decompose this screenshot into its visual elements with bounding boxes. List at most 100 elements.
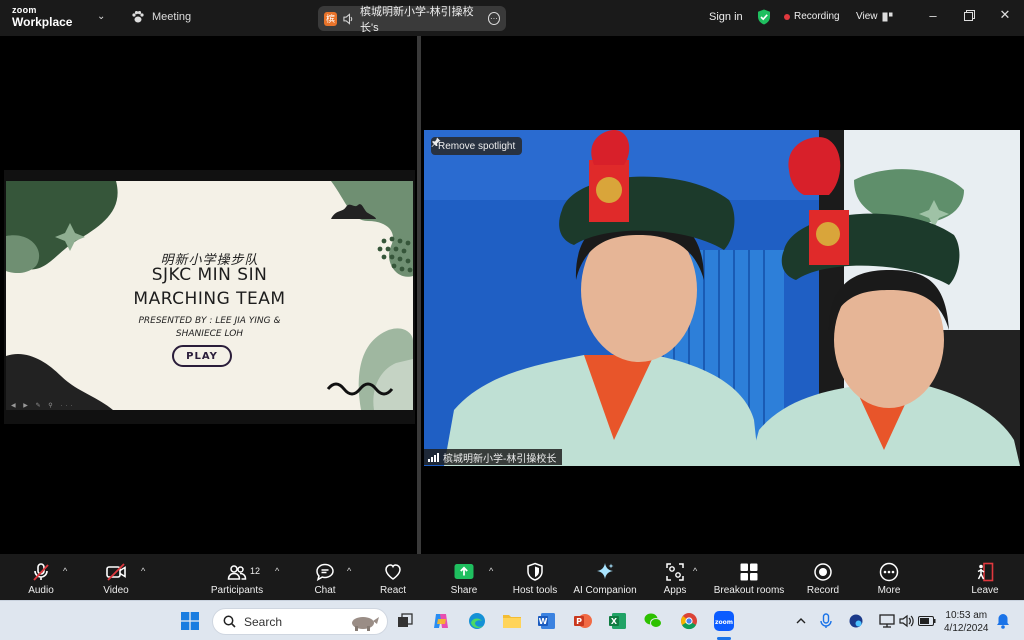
logo-line-2: Workplace	[12, 15, 73, 29]
view-button[interactable]: View	[856, 11, 893, 22]
chrome-icon[interactable]	[679, 611, 699, 631]
close-icon[interactable]: ✕	[998, 7, 1012, 22]
clock-time: 10:53 am	[945, 610, 988, 621]
slide-controls[interactable]: ◀ ▶ ✎ ⚲ ···	[11, 402, 75, 409]
leave-icon	[977, 562, 994, 582]
volume-tray-icon[interactable]	[897, 611, 917, 631]
speaker-avatar: 槟	[324, 11, 337, 26]
ai-companion-label: AI Companion	[573, 585, 637, 596]
active-speaker-pill[interactable]: 槟 槟城明新小学-林引操校长's ···	[318, 6, 506, 34]
share-label: Share	[450, 585, 478, 596]
audio-label: Audio	[28, 585, 54, 596]
paw-icon	[132, 11, 144, 23]
ai-companion-button[interactable]: AI Companion	[565, 562, 645, 596]
video-off-icon	[106, 563, 126, 581]
zoom-logo: zoom Workplace	[12, 6, 73, 29]
participant-video-tile[interactable]: Remove spotlight 槟城明新小学-林引操校长	[424, 130, 1020, 466]
participant-name: 槟城明新小学-林引操校长	[443, 453, 557, 465]
camera-feed	[424, 130, 1020, 466]
svg-text:X: X	[611, 617, 618, 626]
zoom-app-icon[interactable]: zoom	[714, 611, 734, 631]
audio-button[interactable]: Audio	[1, 562, 81, 596]
chat-label: Chat	[314, 585, 336, 596]
split-view-divider[interactable]	[417, 36, 421, 554]
apps-button[interactable]: Apps	[635, 562, 715, 596]
svg-text:zoom: zoom	[715, 619, 733, 626]
minimize-icon[interactable]: –	[926, 8, 940, 23]
speaker-icon	[343, 12, 353, 25]
more-icon	[879, 562, 899, 582]
network-tray-icon[interactable]	[877, 611, 897, 631]
presenter-line-1: PRESENTED BY : LEE JIA YING &	[138, 316, 281, 326]
recording-indicator[interactable]: Recording	[784, 11, 840, 22]
chat-options-caret-icon[interactable]: ^	[347, 566, 351, 576]
view-label: View	[856, 11, 878, 22]
react-label: React	[379, 585, 407, 596]
notification-bell-icon[interactable]	[993, 611, 1013, 631]
meeting-label: Meeting	[152, 11, 192, 23]
edge-browser-icon[interactable]	[467, 611, 487, 631]
search-placeholder: Search	[244, 614, 283, 629]
breakout-rooms-button[interactable]: Breakout rooms	[709, 562, 789, 596]
restore-window-icon[interactable]	[962, 8, 976, 22]
shield-check-icon[interactable]	[757, 9, 771, 25]
task-view-icon[interactable]	[395, 611, 415, 631]
participants-options-caret-icon[interactable]: ^	[275, 566, 279, 576]
leave-label: Leave	[971, 585, 999, 596]
windows-taskbar: Search W P X zoom 10:53 am 4/12/2024	[0, 600, 1024, 640]
host-tools-button[interactable]: Host tools	[495, 562, 575, 596]
windows-start-icon[interactable]	[180, 611, 200, 631]
slide-title-line-1: SJKC MIN SIN	[151, 265, 268, 285]
pin-icon	[431, 137, 441, 147]
host-shield-icon	[527, 562, 543, 581]
breakout-rooms-icon	[740, 563, 758, 581]
breakout-rooms-label: Breakout rooms	[713, 585, 785, 596]
react-button[interactable]: React	[353, 562, 433, 596]
audio-options-caret-icon[interactable]: ^	[63, 566, 67, 576]
recording-label: Recording	[794, 11, 840, 22]
meeting-toolbar: Audio ^ Video ^ Participants 12 ^ Chat ^…	[0, 554, 1024, 600]
taskbar-search[interactable]: Search	[212, 608, 388, 635]
participants-label: Participants	[210, 585, 264, 596]
vpn-tray-icon[interactable]	[846, 611, 866, 631]
microphone-tray-icon[interactable]	[816, 611, 836, 631]
battery-tray-icon[interactable]	[917, 611, 937, 631]
slide-title-line-2: MARCHING TEAM	[133, 289, 286, 309]
mic-muted-icon	[33, 563, 49, 581]
share-screen-icon	[454, 564, 474, 579]
copilot-icon[interactable]	[431, 611, 451, 631]
apps-icon	[666, 563, 684, 581]
excel-icon[interactable]: X	[608, 611, 628, 631]
apps-options-caret-icon[interactable]: ^	[693, 566, 697, 576]
shared-screen: 明新小学操步队 SJKC MIN SIN MARCHING TEAM PRESE…	[4, 170, 415, 424]
speaker-name: 槟城明新小学-林引操校长's	[359, 5, 474, 34]
more-options-icon[interactable]: ···	[487, 12, 501, 25]
search-icon	[223, 615, 236, 628]
video-options-caret-icon[interactable]: ^	[141, 566, 145, 576]
leave-button[interactable]: Leave	[945, 562, 1024, 596]
rhino-icon	[352, 616, 379, 631]
record-icon	[814, 563, 832, 581]
participant-name-tag: 槟城明新小学-林引操校长	[424, 449, 563, 465]
meeting-info-button[interactable]: Meeting	[131, 10, 191, 24]
apps-label: Apps	[663, 585, 687, 596]
word-icon[interactable]: W	[537, 611, 557, 631]
play-button[interactable]: PLAY	[172, 345, 232, 367]
heart-icon	[385, 564, 401, 580]
signal-bars-icon	[428, 452, 439, 462]
record-label: Record	[806, 585, 840, 596]
share-options-caret-icon[interactable]: ^	[489, 566, 493, 576]
participants-icon	[227, 565, 247, 580]
remove-spotlight-button[interactable]: Remove spotlight	[431, 137, 523, 155]
wechat-icon[interactable]	[643, 611, 663, 631]
participants-button[interactable]: Participants	[197, 562, 277, 596]
file-explorer-icon[interactable]	[502, 611, 522, 631]
show-hidden-icons-chevron-icon[interactable]	[791, 611, 811, 631]
more-button[interactable]: More	[849, 562, 929, 596]
powerpoint-icon[interactable]: P	[573, 611, 593, 631]
sign-in-link[interactable]: Sign in	[709, 11, 743, 23]
host-tools-label: Host tools	[512, 585, 558, 596]
system-clock[interactable]: 10:53 am 4/12/2024	[944, 609, 989, 635]
participants-count: 12	[250, 566, 261, 576]
chevron-down-icon[interactable]: ⌄	[97, 11, 105, 22]
